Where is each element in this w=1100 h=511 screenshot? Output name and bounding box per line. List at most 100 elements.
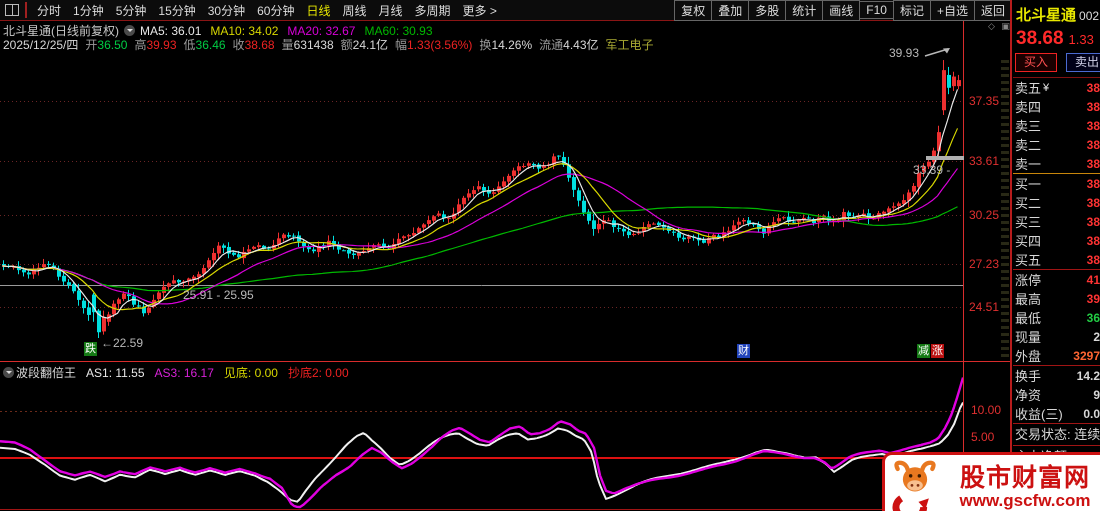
quote-row-label: 现量 xyxy=(1015,330,1042,345)
quote-row-卖四: 卖四 38 xyxy=(1013,97,1100,116)
menu-item-分时[interactable]: 分时 xyxy=(31,2,67,19)
info-label: 开 xyxy=(85,38,98,52)
quote-row-label: 卖五 xyxy=(1015,81,1042,96)
info-label: 量 xyxy=(281,38,294,52)
price-axis-label: 27.23 xyxy=(969,256,1000,271)
panel-separator xyxy=(0,361,1010,362)
quote-row-label: 卖四 xyxy=(1015,100,1042,115)
toolbar-button-画线[interactable]: 画线 xyxy=(822,0,861,21)
quote-row-value: 9 xyxy=(1093,387,1100,402)
indicator-param: 波段翻倍王 xyxy=(16,366,77,380)
quote-row-value: 41 xyxy=(1086,272,1100,287)
main-chart-canvas[interactable] xyxy=(0,21,963,361)
quote-row-卖二: 卖二 38 xyxy=(1013,135,1100,154)
event-badge-涨[interactable]: 涨 xyxy=(931,344,944,358)
info-value: 2025/12/25/四 xyxy=(3,38,79,52)
quote-row-买一: 买一 38 xyxy=(1013,174,1100,193)
quote-row-最高: 最高 39 xyxy=(1013,289,1100,308)
chevron-down-icon[interactable] xyxy=(3,367,14,378)
toolbar-button-+自选[interactable]: +自选 xyxy=(929,0,975,21)
indicator-param: AS1: 11.55 xyxy=(86,365,145,380)
menu-item-5分钟[interactable]: 5分钟 xyxy=(110,2,153,19)
menu-item-30分钟[interactable]: 30分钟 xyxy=(202,2,251,19)
toolbar-button-统计[interactable]: 统计 xyxy=(785,0,824,21)
event-badge-减[interactable]: 减 xyxy=(917,344,930,358)
menu-item-15分钟[interactable]: 15分钟 xyxy=(152,2,201,19)
mini-icons[interactable]: ◇ ▣ xyxy=(988,21,1012,32)
price-axis-label: 30.25 xyxy=(969,208,1000,223)
quote-row-value: 38 xyxy=(1086,176,1100,191)
quote-row-value: 38 xyxy=(1086,214,1100,229)
toolbar-button-多股[interactable]: 多股 xyxy=(748,0,787,21)
bull-icon xyxy=(892,460,936,511)
price-axis-label: 24.51 xyxy=(969,300,1000,315)
sidebar-border xyxy=(1010,0,1012,511)
sidebar-stock-name: 北斗星通 002 xyxy=(1016,4,1099,25)
indicator-axis-label: 5.00 xyxy=(971,430,995,444)
quote-row-label: 最低 xyxy=(1015,311,1042,326)
quote-row-卖五: 卖五 ¥38 xyxy=(1013,78,1100,97)
logo-url: www.gscfw.com xyxy=(959,491,1091,511)
menu-item-月线[interactable]: 月线 xyxy=(373,2,409,19)
toolbar-button-叠加[interactable]: 叠加 xyxy=(711,0,750,21)
info-value: 36.46 xyxy=(195,37,226,52)
side-mini-strip[interactable] xyxy=(1001,60,1009,360)
price-change: 1.33 xyxy=(1068,32,1094,47)
quote-row-label: 收益(三) xyxy=(1015,407,1063,422)
quote-row-卖一: 卖一 38 xyxy=(1013,154,1100,173)
indicator-param: 抄底2: 0.00 xyxy=(287,366,349,380)
info-label: 高 xyxy=(134,38,147,52)
toolbar-button-返回[interactable]: 返回 xyxy=(973,0,1012,21)
info-label: 额 xyxy=(340,38,353,52)
quote-row-label: 净资 xyxy=(1015,388,1042,403)
high-arrow-icon xyxy=(924,48,950,57)
toolbar-button-标记[interactable]: 标记 xyxy=(892,0,931,21)
cursor-glyph: ¥ xyxy=(1043,81,1050,94)
info-label: 低 xyxy=(183,38,196,52)
watermark-logo: 股市财富网 www.gscfw.com xyxy=(882,452,1100,511)
quote-row-value: 38 xyxy=(1086,80,1100,95)
toolbar-button-复权[interactable]: 复权 xyxy=(674,0,713,21)
menu-item-多周期[interactable]: 多周期 xyxy=(409,2,457,19)
quote-row-label: 换手 xyxy=(1015,369,1042,384)
price-axis-label: 33.61 xyxy=(969,154,1000,169)
quote-row-value: 38 xyxy=(1086,252,1100,267)
quote-row-value: 38 xyxy=(1086,233,1100,248)
toolbar-button-F10[interactable]: F10 xyxy=(859,1,894,19)
quote-row-外盘: 外盘 3297 xyxy=(1013,346,1100,365)
quote-row-value: 38 xyxy=(1086,137,1100,152)
chevron-down-icon[interactable] xyxy=(124,25,135,36)
price-axis-label: 37.35 xyxy=(969,94,1000,109)
quote-row-label: 买三 xyxy=(1015,215,1042,230)
sell-button[interactable]: 卖出 xyxy=(1066,53,1100,72)
indicator-canvas[interactable] xyxy=(0,362,963,509)
quote-rows: 卖五 ¥38 卖四 38 卖三 38 卖二 38 卖一 38 买一 38 买二 38 买三 38 买四 38 买五 3… xyxy=(1013,77,1100,488)
layout-icon[interactable] xyxy=(5,4,19,16)
info-value: 36.50 xyxy=(97,37,128,52)
quote-row-value: 38 xyxy=(1086,195,1100,210)
stock-code: 002 xyxy=(1079,9,1100,23)
menu-divider xyxy=(25,2,27,18)
info-value: 631438 xyxy=(293,37,334,52)
menu-item-日线[interactable]: 日线 xyxy=(300,2,336,19)
menu-item-周线[interactable]: 周线 xyxy=(336,2,372,19)
price-annotation: ←22.59 xyxy=(101,336,144,350)
indicator-title: 波段翻倍王 AS1: 11.55 AS3: 16.17 见底: 0.00 抄底2: 0.… xyxy=(3,364,359,381)
period-tabs: 分时 1分钟 5分钟 15分钟 30分钟 60分钟 日线 周线 月线 多周期 更多 > xyxy=(31,2,503,19)
info-label: 幅 xyxy=(395,38,408,52)
price-annotation: 33.39 - xyxy=(913,163,951,177)
quote-row-卖三: 卖三 38 xyxy=(1013,116,1100,135)
quote-row-label: 外盘 xyxy=(1015,349,1042,364)
menu-item-60分钟[interactable]: 60分钟 xyxy=(251,2,300,19)
menu-item-更多 >[interactable]: 更多 > xyxy=(457,2,503,19)
quote-row-value: 3297 xyxy=(1073,348,1100,363)
quote-row-label: 涨停 xyxy=(1015,273,1042,288)
menu-item-1分钟[interactable]: 1分钟 xyxy=(67,2,110,19)
price-annotation: 25.91 - 25.95 xyxy=(183,288,254,302)
event-badge-财[interactable]: 财 xyxy=(737,344,750,358)
info-value: 24.1亿 xyxy=(352,38,389,52)
event-badge-跌[interactable]: 跌 xyxy=(84,342,97,356)
quote-row-value: 14.2 xyxy=(1076,368,1100,383)
buy-button[interactable]: 买入 xyxy=(1015,53,1057,72)
quote-row-买二: 买二 38 xyxy=(1013,193,1100,212)
